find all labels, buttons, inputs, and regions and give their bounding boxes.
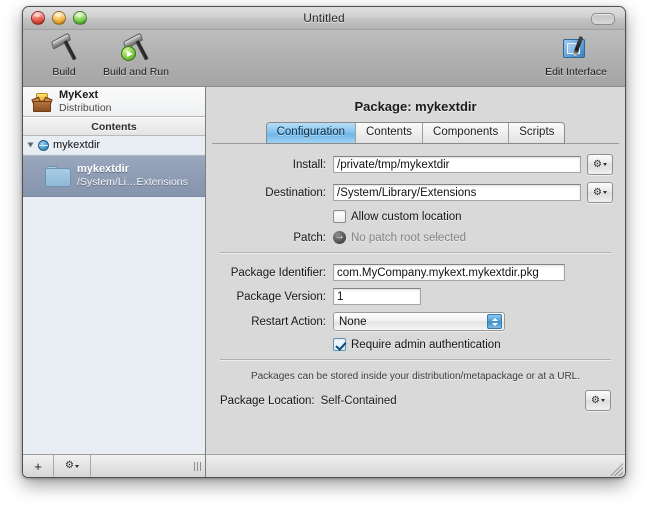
tree-item-sublabel: /System/Li…Extensions <box>77 176 188 189</box>
globe-icon <box>38 140 49 151</box>
destination-gear-button[interactable]: ⚙ <box>587 182 613 203</box>
gear-icon: ⚙ <box>65 461 74 471</box>
hammer-icon <box>48 33 80 65</box>
package-identifier-label: Package Identifier: <box>218 267 333 279</box>
install-row: Install: /private/tmp/mykextdir ⚙ <box>218 154 613 175</box>
install-input[interactable]: /private/tmp/mykextdir <box>333 156 581 173</box>
destination-input[interactable]: /System/Library/Extensions <box>333 184 581 201</box>
gear-icon: ⚙ <box>593 160 602 170</box>
tab-scripts[interactable]: Scripts <box>509 123 564 143</box>
application-window: Untitled Build Build and Run <box>22 6 626 478</box>
package-version-input[interactable]: 1 <box>333 288 421 305</box>
patch-status-text: No patch root selected <box>351 232 466 244</box>
sidebar-header-texts: MyKext Distribution <box>59 89 112 114</box>
tree-item-texts: mykextdir /System/Li…Extensions <box>77 163 188 189</box>
page-title: Package: mykextdir <box>206 87 625 122</box>
chevron-down-icon <box>603 163 607 166</box>
arrow-circle-icon[interactable] <box>333 231 346 244</box>
allow-custom-location-row[interactable]: Allow custom location <box>333 210 613 223</box>
folder-icon <box>45 166 71 187</box>
edit-interface-icon <box>560 33 592 65</box>
toolbar-button-build-and-run[interactable]: Build and Run <box>95 33 177 78</box>
tree-item-label: mykextdir <box>77 163 188 176</box>
sidebar-bottom-bar: + ⚙ <box>23 454 205 477</box>
traffic-light-group <box>31 11 87 25</box>
toolbar: Build Build and Run Edit Interface <box>23 30 625 87</box>
toolbar-button-build[interactable]: Build <box>33 33 95 78</box>
restart-action-row: Restart Action: None <box>218 312 613 331</box>
main-bottom-bar <box>206 454 625 477</box>
tree-item-label: mykextdir <box>53 139 100 151</box>
allow-custom-location-label: Allow custom location <box>351 211 462 223</box>
package-identifier-row: Package Identifier: com.MyCompany.mykext… <box>218 264 613 281</box>
split-grip-icon[interactable] <box>194 462 202 471</box>
add-item-button[interactable]: + <box>23 455 54 477</box>
package-box-icon <box>32 92 52 112</box>
window-body: MyKext Distribution Contents mykextdir <box>23 87 625 477</box>
sidebar: MyKext Distribution Contents mykextdir <box>23 87 206 477</box>
sidebar-header[interactable]: MyKext Distribution <box>23 87 205 117</box>
package-location-label: Package Location: <box>220 395 315 407</box>
package-location-value: Self-Contained <box>321 395 579 407</box>
tab-contents[interactable]: Contents <box>356 123 423 143</box>
toolbar-toggle-button[interactable] <box>591 13 615 25</box>
close-button[interactable] <box>31 11 45 25</box>
package-location-gear-button[interactable]: ⚙ <box>585 390 611 411</box>
tree-item-mykextdir-root[interactable]: mykextdir <box>23 136 205 155</box>
section-divider-top <box>220 252 611 254</box>
window-resize-grip[interactable] <box>610 463 623 476</box>
screenshot-root: Untitled Build Build and Run <box>0 0 646 515</box>
window-title: Untitled <box>23 11 625 25</box>
minimize-button[interactable] <box>52 11 66 25</box>
zoom-button[interactable] <box>73 11 87 25</box>
gear-icon: ⚙ <box>591 396 600 406</box>
sidebar-project-name: MyKext <box>59 89 112 102</box>
restart-action-value: None <box>339 316 487 328</box>
tab-group: Configuration Contents Components Script… <box>266 122 566 144</box>
toolbar-button-build-label: Build <box>52 66 75 78</box>
require-admin-row[interactable]: Require admin authentication <box>333 338 613 351</box>
tab-configuration[interactable]: Configuration <box>267 123 356 143</box>
sidebar-action-gear-button[interactable]: ⚙ <box>54 455 91 477</box>
sidebar-tree: mykextdir mykextdir /System/Li…Extension… <box>23 136 205 454</box>
sidebar-section-contents: Contents <box>23 117 205 136</box>
package-version-row: Package Version: 1 <box>218 288 613 305</box>
package-location-hint: Packages can be stored inside your distr… <box>218 371 613 382</box>
stepper-arrows-icon[interactable] <box>487 314 502 329</box>
toolbar-button-build-and-run-label: Build and Run <box>103 66 169 78</box>
section-divider-bottom <box>220 359 611 361</box>
title-bar[interactable]: Untitled <box>23 7 625 30</box>
package-identifier-input[interactable]: com.MyCompany.mykext.mykextdir.pkg <box>333 264 565 281</box>
restart-action-select[interactable]: None <box>333 312 505 331</box>
destination-row: Destination: /System/Library/Extensions … <box>218 182 613 203</box>
hammer-play-icon <box>120 33 152 65</box>
install-label: Install: <box>218 159 333 171</box>
main-panel: Package: mykextdir Configuration Content… <box>206 87 625 477</box>
sidebar-splitter-track <box>91 455 205 477</box>
sidebar-project-kind: Distribution <box>59 102 112 114</box>
allow-custom-location-checkbox[interactable] <box>333 210 346 223</box>
gear-icon: ⚙ <box>593 188 602 198</box>
tree-item-mykextdir-package[interactable]: mykextdir /System/Li…Extensions <box>23 155 205 197</box>
chevron-down-icon[interactable] <box>28 143 34 148</box>
restart-action-label: Restart Action: <box>218 316 333 328</box>
configuration-form: Install: /private/tmp/mykextdir ⚙ Destin… <box>206 144 625 454</box>
chevron-down-icon <box>601 399 605 402</box>
patch-row: Patch: No patch root selected <box>218 231 613 244</box>
patch-label: Patch: <box>218 232 333 244</box>
toolbar-button-edit-interface-label: Edit Interface <box>545 66 607 78</box>
toolbar-button-edit-interface[interactable]: Edit Interface <box>535 33 617 78</box>
destination-label: Destination: <box>218 187 333 199</box>
chevron-down-icon <box>603 191 607 194</box>
tab-bar: Configuration Contents Components Script… <box>206 122 625 144</box>
package-version-label: Package Version: <box>218 291 333 303</box>
package-location-row: Package Location: Self-Contained ⚙ <box>218 390 613 411</box>
install-gear-button[interactable]: ⚙ <box>587 154 613 175</box>
tab-components[interactable]: Components <box>423 123 509 143</box>
require-admin-label: Require admin authentication <box>351 339 501 351</box>
require-admin-checkbox[interactable] <box>333 338 346 351</box>
chevron-down-icon <box>75 465 79 468</box>
